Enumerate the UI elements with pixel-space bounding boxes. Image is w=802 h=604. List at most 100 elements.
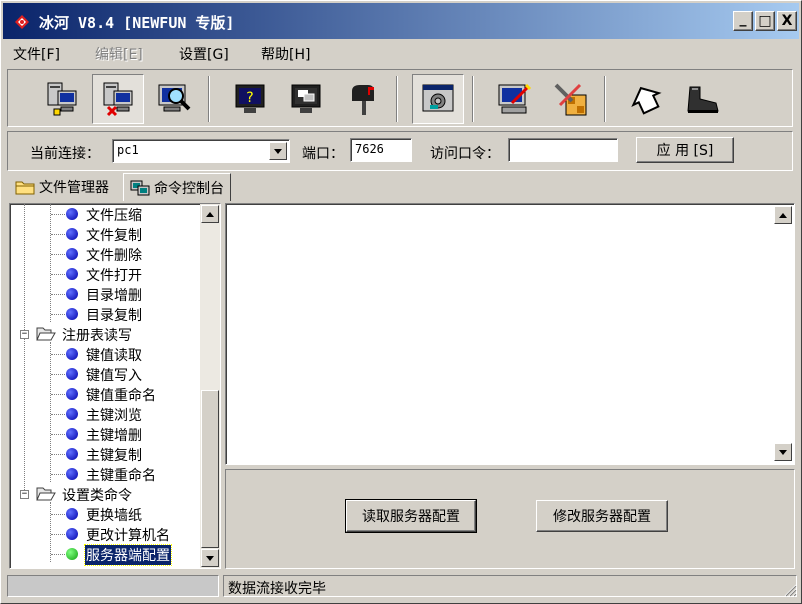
tree-item-file-compress[interactable]: 文件压缩 xyxy=(10,204,200,224)
blue-node-icon xyxy=(66,508,78,520)
exit-button[interactable] xyxy=(676,74,728,124)
tree-item-key-read[interactable]: 键值读取 xyxy=(10,344,200,364)
edit-monitor-icon xyxy=(498,83,532,114)
tab-file-manager[interactable]: 文件管理器 xyxy=(9,175,115,199)
tree-item-key-write[interactable]: 键值写入 xyxy=(10,364,200,384)
tree-line xyxy=(51,374,65,375)
tree-item-label: 键值读取 xyxy=(86,348,142,364)
toolbar-separator xyxy=(208,76,210,122)
scroll-down-button[interactable] xyxy=(774,443,792,461)
title-bar[interactable]: 冰河 V8.4 [NEWFUN 专版] _ □ X xyxy=(3,3,799,39)
combobox-dropdown-button[interactable] xyxy=(269,142,287,160)
collapse-icon[interactable]: − xyxy=(20,330,29,339)
folder-open-icon xyxy=(36,327,56,341)
tree-item-mainkey-rename[interactable]: 主键重命名 xyxy=(10,464,200,484)
menu-edit[interactable]: 编辑[E] xyxy=(95,44,143,64)
search-computer-button[interactable] xyxy=(148,74,200,124)
tree-scrollbar[interactable] xyxy=(200,204,220,568)
tree-line xyxy=(51,214,65,215)
mailbox-button[interactable] xyxy=(336,74,388,124)
tab-strip: 文件管理器 命令控制台 xyxy=(7,173,793,201)
arrow-up-icon xyxy=(206,211,214,217)
scroll-up-button[interactable] xyxy=(774,206,792,224)
tree-item-label: 键值写入 xyxy=(86,368,142,384)
tree-scrollbar-thumb[interactable] xyxy=(201,390,219,548)
tree-item-change-computer-name[interactable]: 更改计算机名 xyxy=(10,524,200,544)
blue-node-icon xyxy=(66,348,78,360)
mailbox-icon xyxy=(352,85,374,115)
scroll-up-button[interactable] xyxy=(201,205,219,223)
scroll-down-button[interactable] xyxy=(201,549,219,567)
tree-item-label: 更换墙纸 xyxy=(86,508,142,524)
connection-bar: 当前连接： pc1 端口： 7626 访问口令： 应 用 [S] xyxy=(7,131,793,171)
resize-grip-icon[interactable] xyxy=(783,583,797,597)
edit-monitor-button[interactable] xyxy=(488,74,540,124)
tree-item-change-wallpaper[interactable]: 更换墙纸 xyxy=(10,504,200,524)
collapse-icon[interactable]: − xyxy=(20,490,29,499)
maximize-button[interactable]: □ xyxy=(755,11,775,31)
tree-item-label: 文件打开 xyxy=(86,268,142,284)
tree-item-mainkey-copy[interactable]: 主键复制 xyxy=(10,444,200,464)
port-label: 端口： xyxy=(302,146,344,162)
minimize-button[interactable]: _ xyxy=(733,11,753,31)
home-button[interactable] xyxy=(620,74,672,124)
blue-node-icon xyxy=(66,268,78,280)
arrow-down-icon xyxy=(779,449,787,455)
tree-line xyxy=(51,554,65,555)
home-icon xyxy=(631,86,662,115)
tree-line xyxy=(51,254,65,255)
tree-item-mainkey-browse[interactable]: 主键浏览 xyxy=(10,404,200,424)
close-button[interactable]: X xyxy=(777,11,797,31)
search-computer-icon xyxy=(158,84,191,112)
delete-host-button[interactable] xyxy=(92,74,144,124)
toolbar-separator xyxy=(604,76,606,122)
blue-node-icon xyxy=(66,368,78,380)
menu-settings[interactable]: 设置[G] xyxy=(179,44,229,64)
control-panel-icon xyxy=(422,84,454,112)
tree-item-mainkey-add-delete[interactable]: 主键增删 xyxy=(10,424,200,444)
current-connection-label: 当前连接： xyxy=(30,146,100,162)
minimize-icon: _ xyxy=(739,11,747,27)
folder-icon xyxy=(15,181,35,195)
tree-item-file-delete[interactable]: 文件删除 xyxy=(10,244,200,264)
svg-text:?: ? xyxy=(246,90,253,106)
output-scrollbar[interactable] xyxy=(773,205,793,463)
screen-capture-button[interactable] xyxy=(280,74,332,124)
tree-item-label: 注册表读写 xyxy=(62,328,132,344)
tree-item-key-rename[interactable]: 键值重命名 xyxy=(10,384,200,404)
control-panel-button[interactable] xyxy=(412,74,464,124)
config-tools-button[interactable] xyxy=(544,74,596,124)
password-input[interactable] xyxy=(508,138,618,162)
tree-item-dir-add-delete[interactable]: 目录增删 xyxy=(10,284,200,304)
status-pane-left xyxy=(7,575,219,597)
menu-help[interactable]: 帮助[H] xyxy=(261,44,310,64)
tree-line xyxy=(51,394,65,395)
current-connection-combobox[interactable]: pc1 xyxy=(112,139,290,163)
read-server-config-button[interactable]: 读取服务器配置 xyxy=(345,499,477,533)
status-message: 数据流接收完毕 xyxy=(228,581,326,597)
tree-item-file-copy[interactable]: 文件复制 xyxy=(10,224,200,244)
command-tree[interactable]: 文件压缩 文件复制 文件删除 文件打开 目录增删 目录复制 − 注册表读写 键值… xyxy=(9,203,221,569)
tree-item-server-config[interactable]: 服务器端配置 xyxy=(10,544,200,566)
tab-command-console[interactable]: 命令控制台 xyxy=(123,173,231,201)
green-node-icon xyxy=(66,548,78,560)
apply-button[interactable]: 应 用 [S] xyxy=(636,137,734,163)
current-connection-value: pc1 xyxy=(117,143,139,157)
menu-file[interactable]: 文件[F] xyxy=(13,44,60,64)
tree-item-dir-copy[interactable]: 目录复制 xyxy=(10,304,200,324)
tree-item-registry[interactable]: − 注册表读写 xyxy=(10,324,200,344)
tree-line xyxy=(51,234,65,235)
tree-item-file-open[interactable]: 文件打开 xyxy=(10,264,200,284)
password-label: 访问口令： xyxy=(430,146,500,162)
screen-capture-icon xyxy=(291,84,321,113)
tree-line xyxy=(51,434,65,435)
modify-server-config-button[interactable]: 修改服务器配置 xyxy=(536,500,668,532)
add-host-button[interactable] xyxy=(36,74,88,124)
tree-item-label: 文件压缩 xyxy=(86,208,142,224)
output-textarea[interactable] xyxy=(225,203,795,465)
help-monitor-button[interactable]: ? xyxy=(224,74,276,124)
status-pane-message: 数据流接收完毕 xyxy=(223,575,797,597)
tree-item-settings-commands[interactable]: − 设置类命令 xyxy=(10,484,200,504)
maximize-icon: □ xyxy=(758,13,772,29)
port-input[interactable]: 7626 xyxy=(350,138,412,162)
